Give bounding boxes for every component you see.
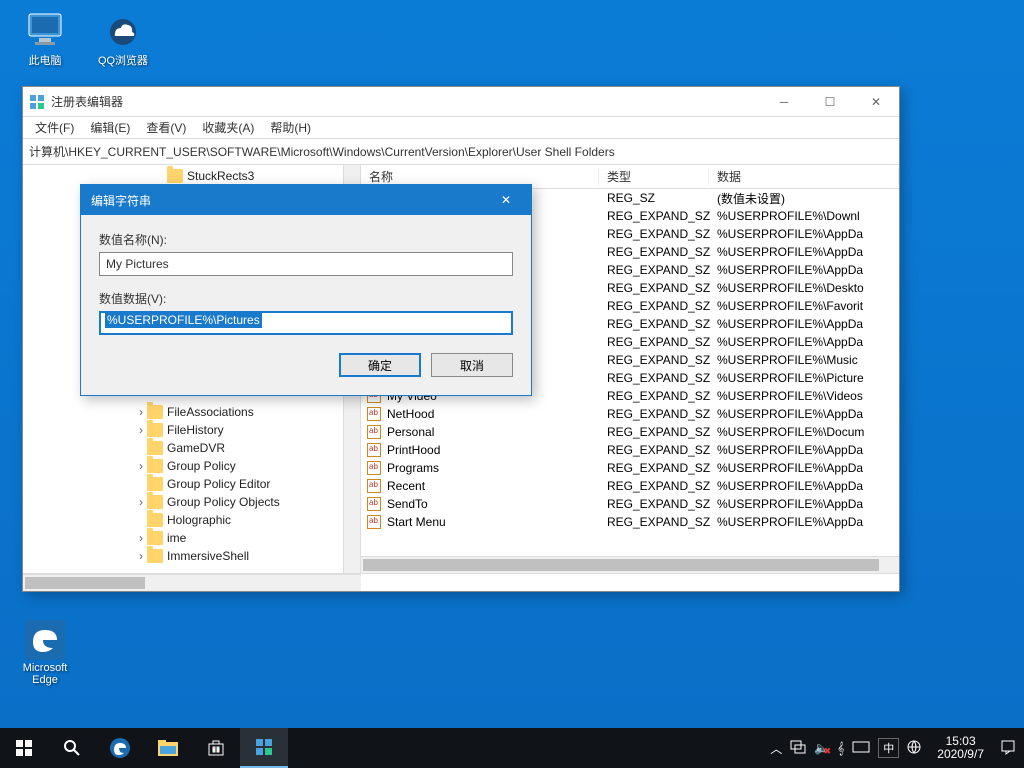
tray-chevron-icon[interactable]: ︿ bbox=[770, 740, 782, 757]
window-title: 注册表编辑器 bbox=[51, 93, 761, 110]
folder-icon bbox=[147, 549, 163, 563]
folder-icon bbox=[147, 531, 163, 545]
path-input[interactable] bbox=[29, 145, 893, 159]
folder-icon bbox=[147, 405, 163, 419]
value-name-label: 数值名称(N): bbox=[99, 231, 513, 248]
folder-icon bbox=[147, 513, 163, 527]
value-row[interactable]: PrintHood REG_EXPAND_SZ %USERPROFILE%\Ap… bbox=[361, 441, 899, 459]
tree-item[interactable]: GameDVR bbox=[25, 439, 360, 457]
string-value-icon bbox=[367, 461, 381, 475]
value-data-input[interactable]: %USERPROFILE%\Pictures bbox=[99, 311, 513, 335]
tree-item[interactable]: ›Group Policy Objects bbox=[25, 493, 360, 511]
tree-item[interactable]: Holographic bbox=[25, 511, 360, 529]
tree-item[interactable]: ›FileHistory bbox=[25, 421, 360, 439]
value-name-input[interactable] bbox=[99, 252, 513, 276]
value-row[interactable]: Personal REG_EXPAND_SZ %USERPROFILE%\Doc… bbox=[361, 423, 899, 441]
desktop-icon-thispc[interactable]: 此电脑 bbox=[10, 10, 80, 68]
tree-item[interactable]: StuckRects3 bbox=[25, 167, 360, 185]
address-bar bbox=[23, 139, 899, 165]
taskbar: ︿ 🔈✖ 𝄞 中 15:03 2020/9/7 bbox=[0, 728, 1024, 768]
tree-scrollbar-h[interactable] bbox=[23, 574, 361, 591]
tree-item[interactable]: Group Policy Editor bbox=[25, 475, 360, 493]
menu-edit[interactable]: 编辑(E) bbox=[84, 117, 136, 138]
task-edge[interactable] bbox=[96, 728, 144, 768]
dialog-titlebar[interactable]: 编辑字符串 ✕ bbox=[81, 185, 531, 215]
menu-help[interactable]: 帮助(H) bbox=[264, 117, 317, 138]
string-value-icon bbox=[367, 497, 381, 511]
tray-ime-icon[interactable] bbox=[907, 740, 921, 757]
menu-favorites[interactable]: 收藏夹(A) bbox=[196, 117, 260, 138]
folder-icon bbox=[147, 423, 163, 437]
start-button[interactable] bbox=[0, 728, 48, 768]
tree-item[interactable]: ›ImmersiveShell bbox=[25, 547, 360, 565]
pc-icon bbox=[25, 10, 65, 50]
string-value-icon bbox=[367, 425, 381, 439]
folder-icon bbox=[147, 495, 163, 509]
value-row[interactable]: Start Menu REG_EXPAND_SZ %USERPROFILE%\A… bbox=[361, 513, 899, 531]
maximize-button[interactable]: ☐ bbox=[807, 87, 853, 116]
value-row[interactable]: Programs REG_EXPAND_SZ %USERPROFILE%\App… bbox=[361, 459, 899, 477]
tray-ime-lang[interactable]: 中 bbox=[878, 738, 899, 758]
task-store[interactable] bbox=[192, 728, 240, 768]
titlebar[interactable]: 注册表编辑器 ─ ☐ ✕ bbox=[23, 87, 899, 117]
tray-keyboard-icon[interactable] bbox=[852, 741, 870, 756]
string-value-icon bbox=[367, 443, 381, 457]
col-header-data[interactable]: 数据 bbox=[709, 168, 899, 185]
value-row[interactable]: SendTo REG_EXPAND_SZ %USERPROFILE%\AppDa bbox=[361, 495, 899, 513]
string-value-icon bbox=[367, 407, 381, 421]
close-button[interactable]: ✕ bbox=[853, 87, 899, 116]
folder-icon bbox=[167, 169, 183, 183]
value-row[interactable]: NetHood REG_EXPAND_SZ %USERPROFILE%\AppD… bbox=[361, 405, 899, 423]
task-explorer[interactable] bbox=[144, 728, 192, 768]
string-value-icon bbox=[367, 479, 381, 493]
menu-file[interactable]: 文件(F) bbox=[29, 117, 80, 138]
folder-icon bbox=[147, 459, 163, 473]
cancel-button[interactable]: 取消 bbox=[431, 353, 513, 377]
desktop-icon-edge[interactable]: Microsoft Edge bbox=[10, 620, 80, 686]
tray-network-icon[interactable] bbox=[790, 740, 806, 757]
ok-button[interactable]: 确定 bbox=[339, 353, 421, 377]
tray-clock[interactable]: 15:03 2020/9/7 bbox=[929, 735, 992, 761]
dialog-close-button[interactable]: ✕ bbox=[491, 193, 521, 207]
tray-notifications-icon[interactable] bbox=[1000, 739, 1016, 758]
menu-view[interactable]: 查看(V) bbox=[140, 117, 192, 138]
value-row[interactable]: Recent REG_EXPAND_SZ %USERPROFILE%\AppDa bbox=[361, 477, 899, 495]
tree-item[interactable]: ›ime bbox=[25, 529, 360, 547]
tree-item[interactable]: ›FileAssociations bbox=[25, 403, 360, 421]
col-header-name[interactable]: 名称 bbox=[361, 168, 599, 185]
dialog-title: 编辑字符串 bbox=[91, 192, 491, 209]
col-header-type[interactable]: 类型 bbox=[599, 168, 709, 185]
folder-icon bbox=[147, 441, 163, 455]
edit-string-dialog: 编辑字符串 ✕ 数值名称(N): 数值数据(V): %USERPROFILE%\… bbox=[80, 184, 532, 396]
regedit-icon bbox=[29, 94, 45, 110]
minimize-button[interactable]: ─ bbox=[761, 87, 807, 116]
cloud-icon bbox=[103, 10, 143, 50]
folder-icon bbox=[147, 477, 163, 491]
value-data-label: 数值数据(V): bbox=[99, 290, 513, 307]
tray-volume-icon[interactable]: 🔈✖ bbox=[814, 741, 829, 755]
string-value-icon bbox=[367, 515, 381, 529]
edge-icon bbox=[25, 620, 65, 660]
menubar: 文件(F) 编辑(E) 查看(V) 收藏夹(A) 帮助(H) bbox=[23, 117, 899, 139]
desktop-icon-qqbrowser[interactable]: QQ浏览器 bbox=[88, 10, 158, 68]
tray-sync-icon[interactable]: 𝄞 bbox=[837, 741, 844, 756]
tree-item[interactable]: ›Group Policy bbox=[25, 457, 360, 475]
search-button[interactable] bbox=[48, 728, 96, 768]
list-scrollbar-h[interactable] bbox=[361, 556, 899, 573]
task-regedit[interactable] bbox=[240, 728, 288, 768]
